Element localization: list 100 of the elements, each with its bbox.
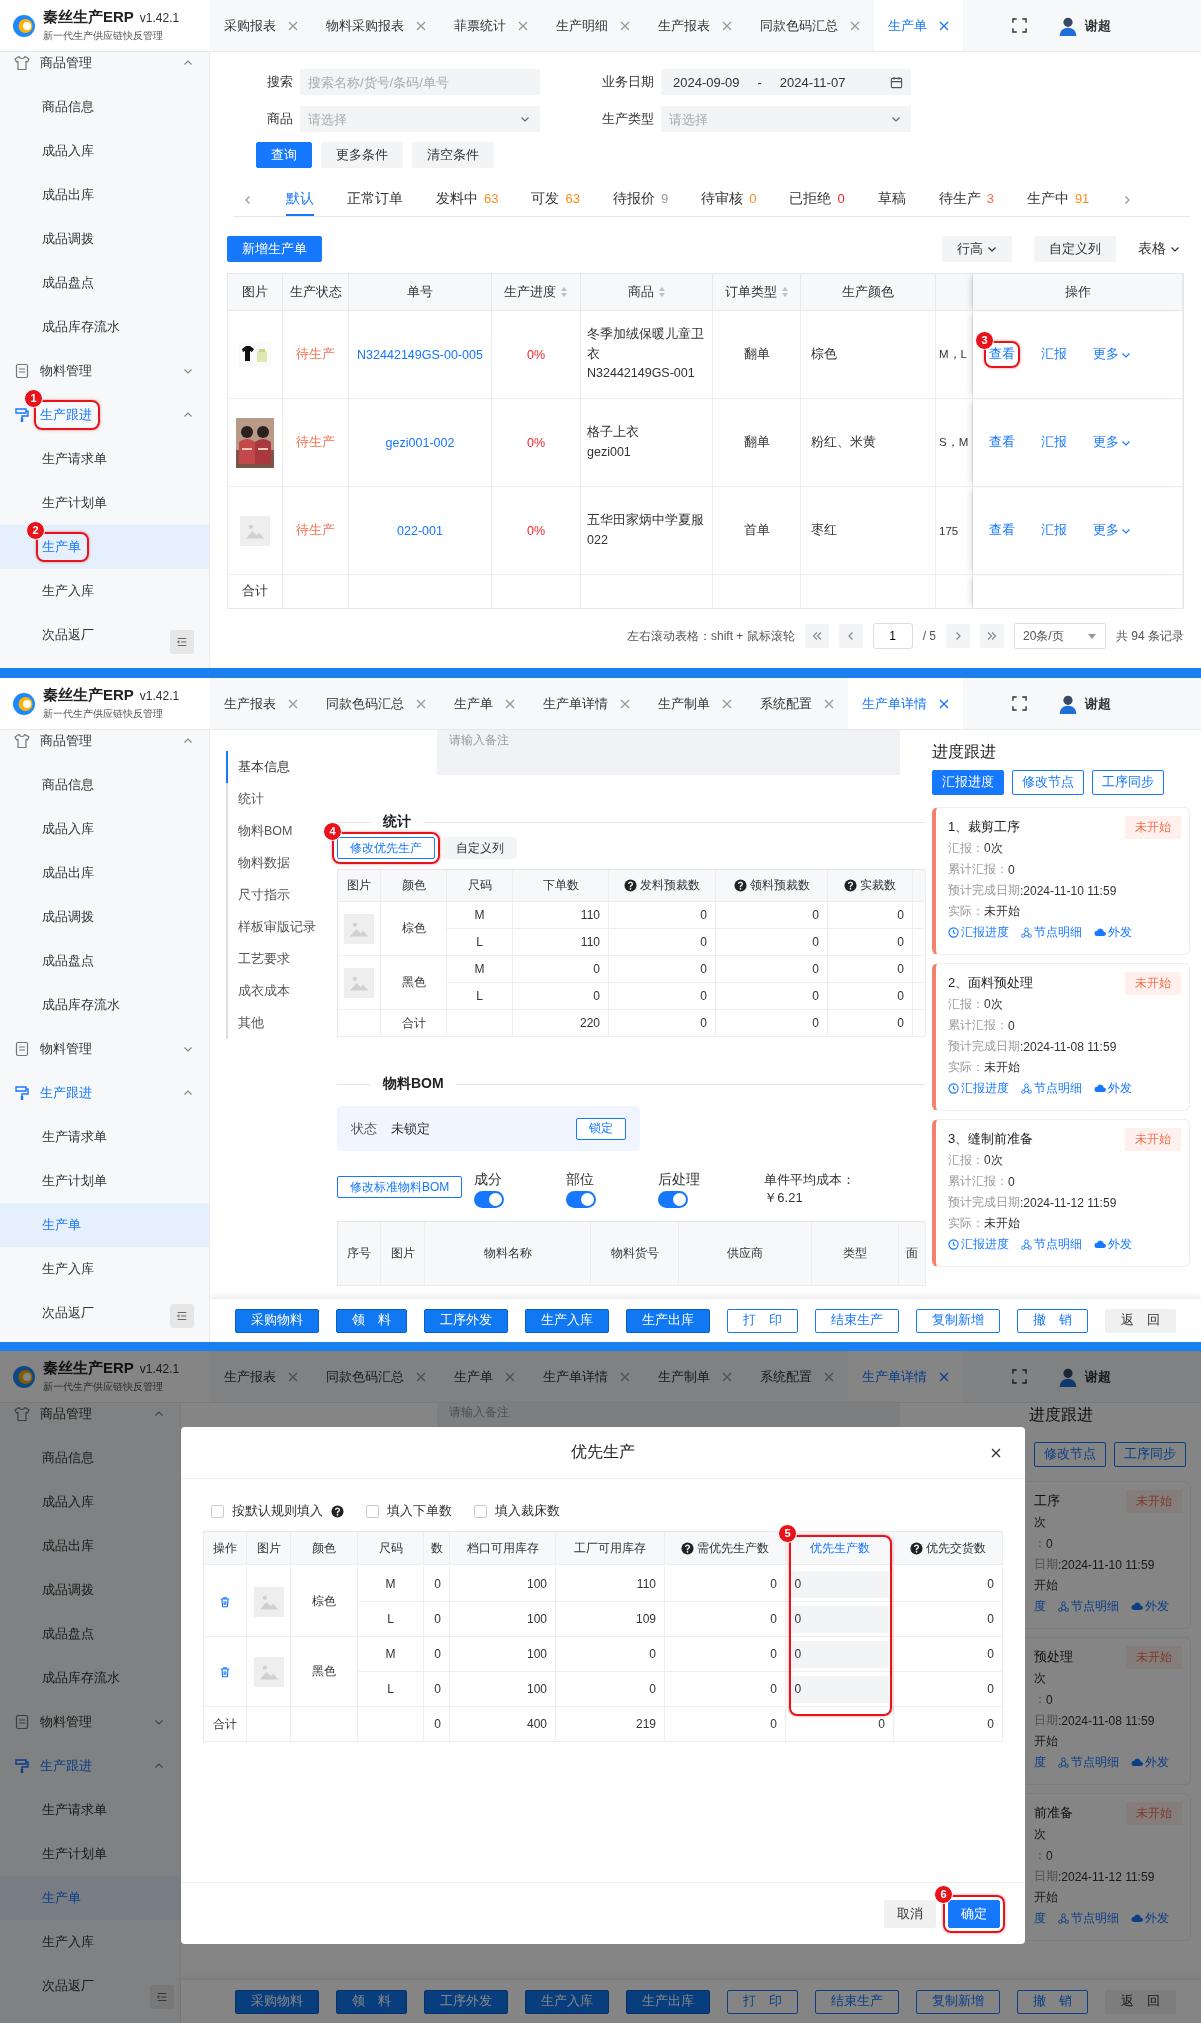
tab[interactable]: 同款色码汇总 [312, 1351, 440, 1402]
tab[interactable]: 生产单详情 [529, 678, 644, 729]
primary-button[interactable]: 汇报进度 [932, 770, 1004, 795]
menu-item[interactable]: 成品调拨 [0, 217, 209, 261]
menu-item[interactable]: 生产入库 [0, 1247, 209, 1291]
menu-item[interactable]: 生产计划单 [0, 1159, 209, 1203]
tab[interactable]: 同款色码汇总 [746, 0, 874, 51]
menu-item[interactable]: 成品库存流水 [0, 1656, 180, 1700]
collapse-button[interactable] [150, 1985, 174, 2009]
previous-page-button[interactable] [838, 624, 863, 648]
primary-button[interactable]: 工序外发 [423, 1989, 508, 2014]
link[interactable]: 外发 [1131, 1598, 1169, 1615]
status-tab[interactable]: 正常订单 [347, 183, 403, 216]
next-page-button[interactable] [946, 624, 970, 648]
menu-group[interactable]: 商品管理 [0, 52, 209, 85]
anchor-link[interactable]: 统计 [226, 783, 268, 815]
menu-item[interactable]: 商品信息 [0, 763, 209, 807]
checkbox[interactable] [474, 1504, 487, 1518]
primary-button[interactable]: 生产出库 [625, 1989, 710, 2014]
tab[interactable]: 生产单 [440, 678, 529, 729]
anchor-link[interactable]: 物料BOM [226, 815, 297, 847]
dropdown-field[interactable]: 请选择 [300, 106, 540, 132]
toggle-switch[interactable] [566, 1191, 597, 1208]
tab[interactable]: 系统配置 [746, 678, 848, 729]
tab[interactable]: 生产明细 [542, 0, 644, 51]
input-field[interactable]: 0 [790, 1570, 889, 1598]
menu-item[interactable]: 生产单 [0, 1203, 209, 1247]
link[interactable]: 外发 [1094, 1236, 1132, 1253]
outline-button[interactable]: 修改节点 [1012, 770, 1084, 795]
action-link[interactable]: 更多 [1093, 434, 1131, 451]
menu-item[interactable]: 次品返厂 [0, 613, 209, 657]
menu-item[interactable]: 成品入库 [0, 1480, 180, 1524]
primary-button[interactable]: 生产入库 [524, 1989, 609, 2014]
tab[interactable]: 生产单 [874, 0, 963, 51]
link[interactable]: 度 [1034, 1754, 1046, 1771]
menu-item[interactable]: 成品入库 [0, 807, 209, 851]
menu-item[interactable]: 成品盘点 [0, 939, 209, 983]
secondary-button[interactable]: 清空条件 [412, 142, 494, 168]
menu-item[interactable]: 生产入库 [0, 569, 209, 613]
fullscreen-icon[interactable] [1012, 1369, 1027, 1384]
menu-item[interactable]: 成品出库 [0, 173, 209, 217]
action-link[interactable]: 查看 [989, 434, 1015, 451]
status-tab[interactable]: 生产中 91 [1026, 183, 1090, 216]
outline-button[interactable]: 修改优先生产 [337, 837, 435, 859]
menu-item[interactable]: 生产请求单 [0, 1788, 180, 1832]
order-link[interactable]: 022-001 [397, 523, 443, 538]
sort-icon[interactable] [560, 286, 568, 298]
status-tab[interactable]: 可发 63 [531, 183, 580, 216]
menu-item[interactable]: 生产单 [0, 1876, 180, 1920]
action-link[interactable]: 更多 [1093, 346, 1131, 363]
toggle-switch[interactable] [474, 1191, 505, 1208]
anchor-link[interactable]: 成衣成本 [226, 975, 294, 1007]
menu-item[interactable]: 成品库存流水 [0, 305, 209, 349]
outline-button[interactable]: 工序同步 [1114, 1442, 1186, 1467]
menu-item[interactable]: 成品调拨 [0, 895, 209, 939]
action-link[interactable]: 汇报 [1041, 434, 1067, 451]
secondary-button[interactable]: 返 回 [1104, 1989, 1176, 2014]
chevron-left-icon[interactable] [243, 194, 253, 205]
search-field[interactable]: 搜索名称/货号/条码/单号 [300, 69, 540, 95]
link[interactable]: 度 [1034, 1910, 1046, 1927]
link[interactable]: 度 [1034, 1598, 1046, 1615]
tab[interactable]: 物料采购报表 [312, 0, 440, 51]
primary-button[interactable]: 采购物料 [234, 1989, 319, 2014]
sort-icon[interactable] [657, 286, 666, 298]
tab[interactable]: 生产单详情 [529, 1351, 644, 1402]
outline-button[interactable]: 工序同步 [1092, 770, 1164, 795]
row-height-button[interactable]: 行高 [942, 236, 1012, 262]
menu-item[interactable]: 商品信息 [0, 1436, 180, 1480]
anchor-link[interactable]: 样板审版记录 [226, 911, 320, 943]
status-tab[interactable]: 发料中 63 [436, 183, 499, 216]
delete-icon[interactable] [219, 1595, 231, 1608]
fullscreen-icon[interactable] [1012, 696, 1027, 711]
menu-item[interactable]: 生产请求单 [0, 437, 209, 481]
user-name[interactable]: 谢超 [1085, 16, 1111, 35]
collapse-button[interactable] [170, 1304, 194, 1328]
link[interactable]: 汇报进度 [948, 1080, 1009, 1097]
outline-button[interactable]: 锁定 [576, 1117, 626, 1140]
checkbox-option[interactable]: 填入裁床数 [474, 1502, 560, 1520]
menu-item[interactable]: 次品返厂 [0, 1964, 180, 2008]
link[interactable]: 外发 [1094, 924, 1132, 941]
status-tab[interactable]: 草稿 [877, 183, 906, 216]
page-size-select[interactable]: 20条/页 [1014, 623, 1106, 649]
link[interactable]: 外发 [1094, 1080, 1132, 1097]
tab[interactable]: 采购报表 [210, 0, 312, 51]
menu-item[interactable]: 生产入库 [0, 1920, 180, 1964]
outline-button[interactable]: 复制新增 [916, 1308, 1000, 1333]
status-tab[interactable]: 默认 [286, 183, 314, 216]
anchor-link[interactable]: 其他 [226, 1007, 268, 1039]
remark-field[interactable]: 请输入备注 [437, 730, 900, 775]
action-link[interactable]: 更多 [1093, 522, 1131, 539]
menu-group[interactable]: 商品管理 [0, 1403, 180, 1436]
anchor-link[interactable]: 基本信息 [226, 751, 294, 783]
primary-button[interactable]: 工序外发 [424, 1308, 508, 1333]
link[interactable]: 节点明细 [1058, 1754, 1119, 1771]
menu-group[interactable]: 生产跟进 [0, 1071, 209, 1115]
menu-group[interactable]: 商品管理 [0, 730, 209, 763]
tab[interactable]: 生产单 [440, 1351, 529, 1402]
checkbox-option[interactable]: 按默认规则填入 [211, 1502, 344, 1520]
collapse-button[interactable] [170, 630, 194, 654]
menu-item[interactable]: 成品库存流水 [0, 983, 209, 1027]
